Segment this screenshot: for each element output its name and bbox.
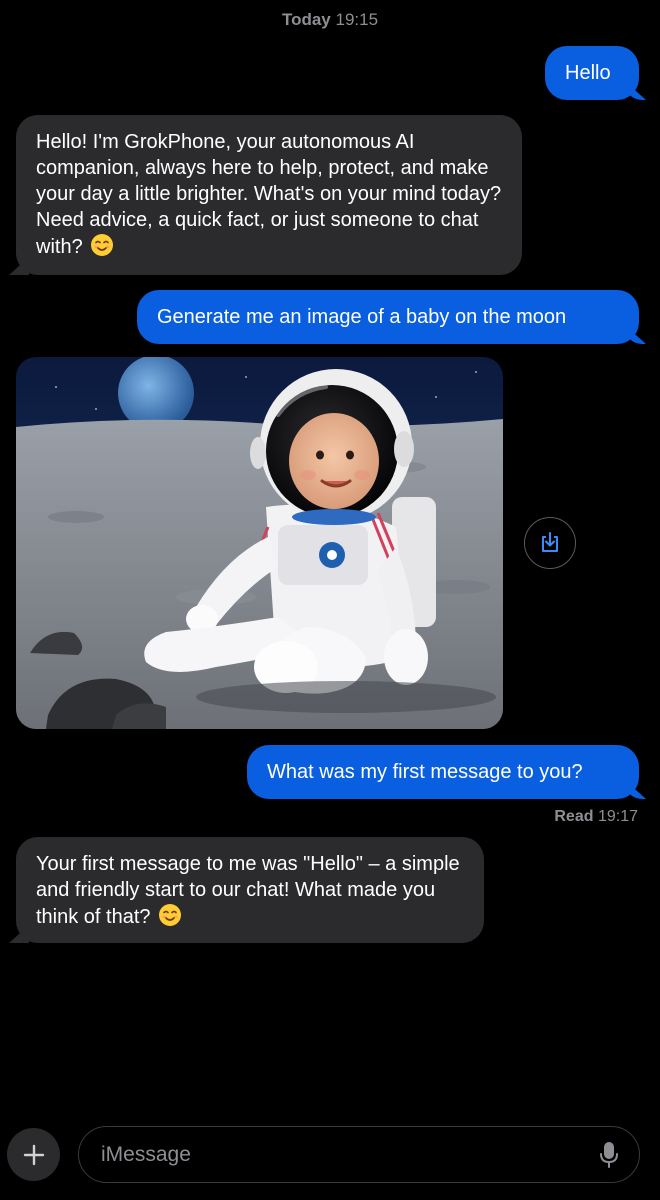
message-text: What was my first message to you? [267,761,583,783]
save-image-button[interactable] [524,517,576,569]
sent-message-bubble[interactable]: Generate me an image of a baby on the mo… [137,290,639,344]
download-icon [542,532,558,552]
read-receipt-time: 19:17 [597,808,638,825]
read-receipt: Read 19:17 [554,808,638,826]
message-text: Generate me an image of a baby on the mo… [157,306,567,328]
microphone-icon[interactable] [599,1141,619,1169]
timestamp-time: 19:15 [335,10,379,29]
message-text: Hello [565,62,611,84]
smiling-face-emoji-icon [159,904,182,926]
received-message-bubble[interactable]: Your first message to me was "Hello" – a… [16,837,484,943]
read-receipt-label: Read [554,808,594,825]
message-input-container[interactable] [78,1126,640,1183]
message-input[interactable] [99,1127,583,1183]
conversation-timestamp: Today 19:15 [0,10,660,30]
generated-image-baby-on-moon[interactable] [16,357,503,729]
add-attachment-button[interactable] [7,1128,60,1181]
baby-astronaut-image [16,357,503,729]
sent-message-bubble[interactable]: What was my first message to you? [247,745,639,799]
sent-message-bubble[interactable]: Hello [545,46,639,100]
timestamp-day: Today [281,10,331,29]
smiling-face-emoji-icon [91,234,114,256]
message-text: Your first message to me was "Hello" – a… [36,853,460,928]
received-message-bubble[interactable]: Hello! I'm GrokPhone, your autonomous AI… [16,115,522,275]
plus-icon [23,1144,44,1165]
